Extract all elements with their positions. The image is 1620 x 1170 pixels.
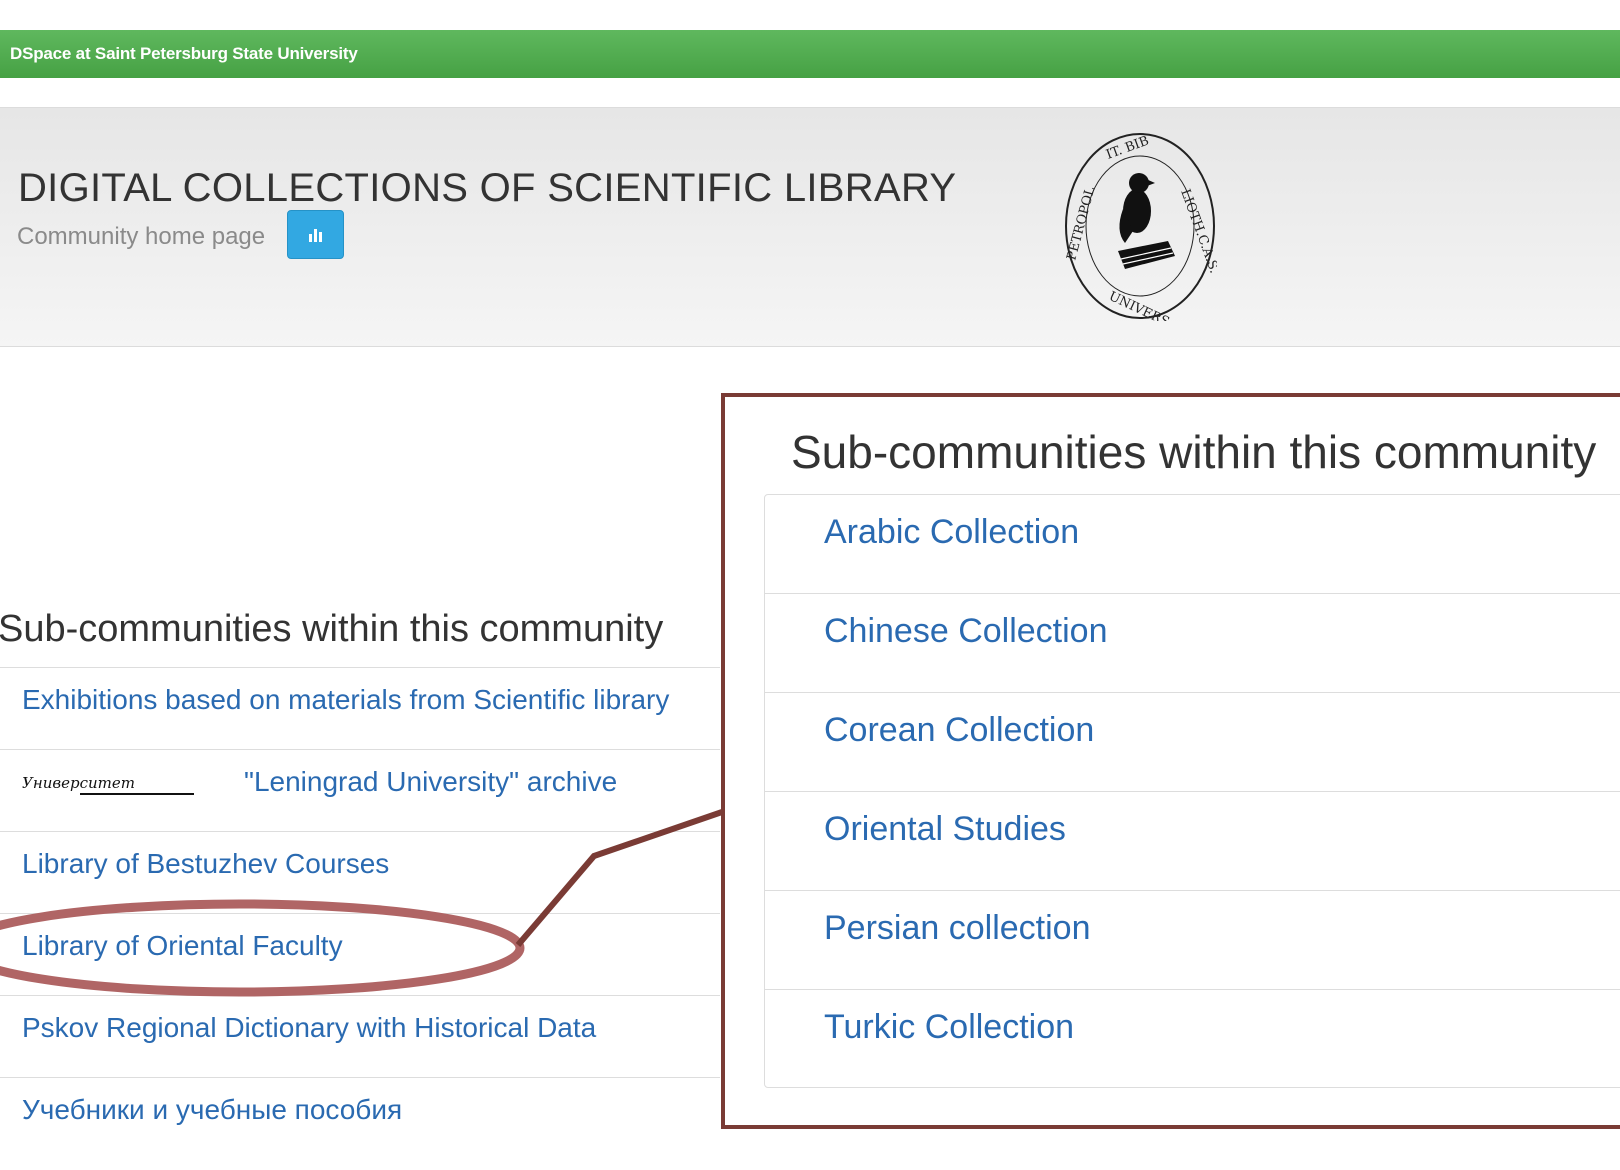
subcommunity-link[interactable]: Oriental Studies [824, 810, 1066, 849]
page-subtitle: Community home page [17, 223, 266, 250]
left-subcommunities-heading: Sub-communities within this community [0, 608, 664, 650]
list-item: Oriental Studies [765, 792, 1620, 891]
subcommunity-link[interactable]: Library of Bestuzhev Courses [22, 848, 389, 880]
list-item: Университет "Leningrad University" archi… [0, 749, 720, 831]
zoom-callout-panel: Sub-communities within this community Ar… [721, 393, 1620, 1129]
statistics-button[interactable] [287, 210, 344, 259]
list-item: Exhibitions based on materials from Scie… [0, 667, 720, 749]
subcommunity-link[interactable]: Учебники и учебные пособия [22, 1094, 402, 1126]
list-item: Corean Collection [765, 693, 1620, 792]
svg-text:IT. BIB: IT. BIB [1104, 133, 1151, 162]
list-item: Library of Oriental Faculty [0, 913, 720, 995]
list-item: Library of Bestuzhev Courses [0, 831, 720, 913]
top-navbar: DSpace at Saint Petersburg State Univers… [0, 30, 1620, 78]
list-item: Persian collection [765, 891, 1620, 990]
site-brand-link[interactable]: DSpace at Saint Petersburg State Univers… [10, 44, 358, 64]
list-item: Chinese Collection [765, 594, 1620, 693]
list-item: Учебники и учебные пособия [0, 1077, 720, 1159]
left-subcommunities-list: Exhibitions based on materials from Scie… [0, 667, 720, 1159]
subcommunity-link[interactable]: Exhibitions based on materials from Scie… [22, 684, 669, 716]
university-seal-logo: IT. BIB LIOTH.C.A.S. PETROPOL UNIVERS. [1064, 133, 1217, 321]
archive-logo-thumbnail: Университет [22, 774, 194, 795]
subcommunity-link[interactable]: Chinese Collection [824, 612, 1108, 651]
page-title: DIGITAL COLLECTIONS OF SCIENTIFIC LIBRAR… [18, 166, 957, 210]
list-item: Turkic Collection [765, 990, 1620, 1087]
subcommunity-link[interactable]: "Leningrad University" archive [244, 766, 617, 798]
community-header: DIGITAL COLLECTIONS OF SCIENTIFIC LIBRAR… [0, 107, 1620, 347]
subcommunity-link[interactable]: Turkic Collection [824, 1008, 1074, 1047]
list-item: Pskov Regional Dictionary with Historica… [0, 995, 720, 1077]
subcommunity-link[interactable]: Arabic Collection [824, 513, 1079, 552]
subcommunity-link[interactable]: Corean Collection [824, 711, 1094, 750]
subcommunity-link[interactable]: Persian collection [824, 909, 1090, 948]
list-item: Arabic Collection [765, 495, 1620, 594]
subcommunity-link-highlighted[interactable]: Library of Oriental Faculty [22, 930, 343, 962]
bar-chart-icon [308, 228, 322, 242]
callout-heading: Sub-communities within this community [791, 426, 1597, 478]
svg-text:Университет: Университет [22, 774, 135, 792]
subcommunity-link[interactable]: Pskov Regional Dictionary with Historica… [22, 1012, 596, 1044]
svg-text:UNIVERS.: UNIVERS. [1106, 289, 1175, 321]
callout-subcommunities-list: Arabic Collection Chinese Collection Cor… [764, 494, 1620, 1088]
